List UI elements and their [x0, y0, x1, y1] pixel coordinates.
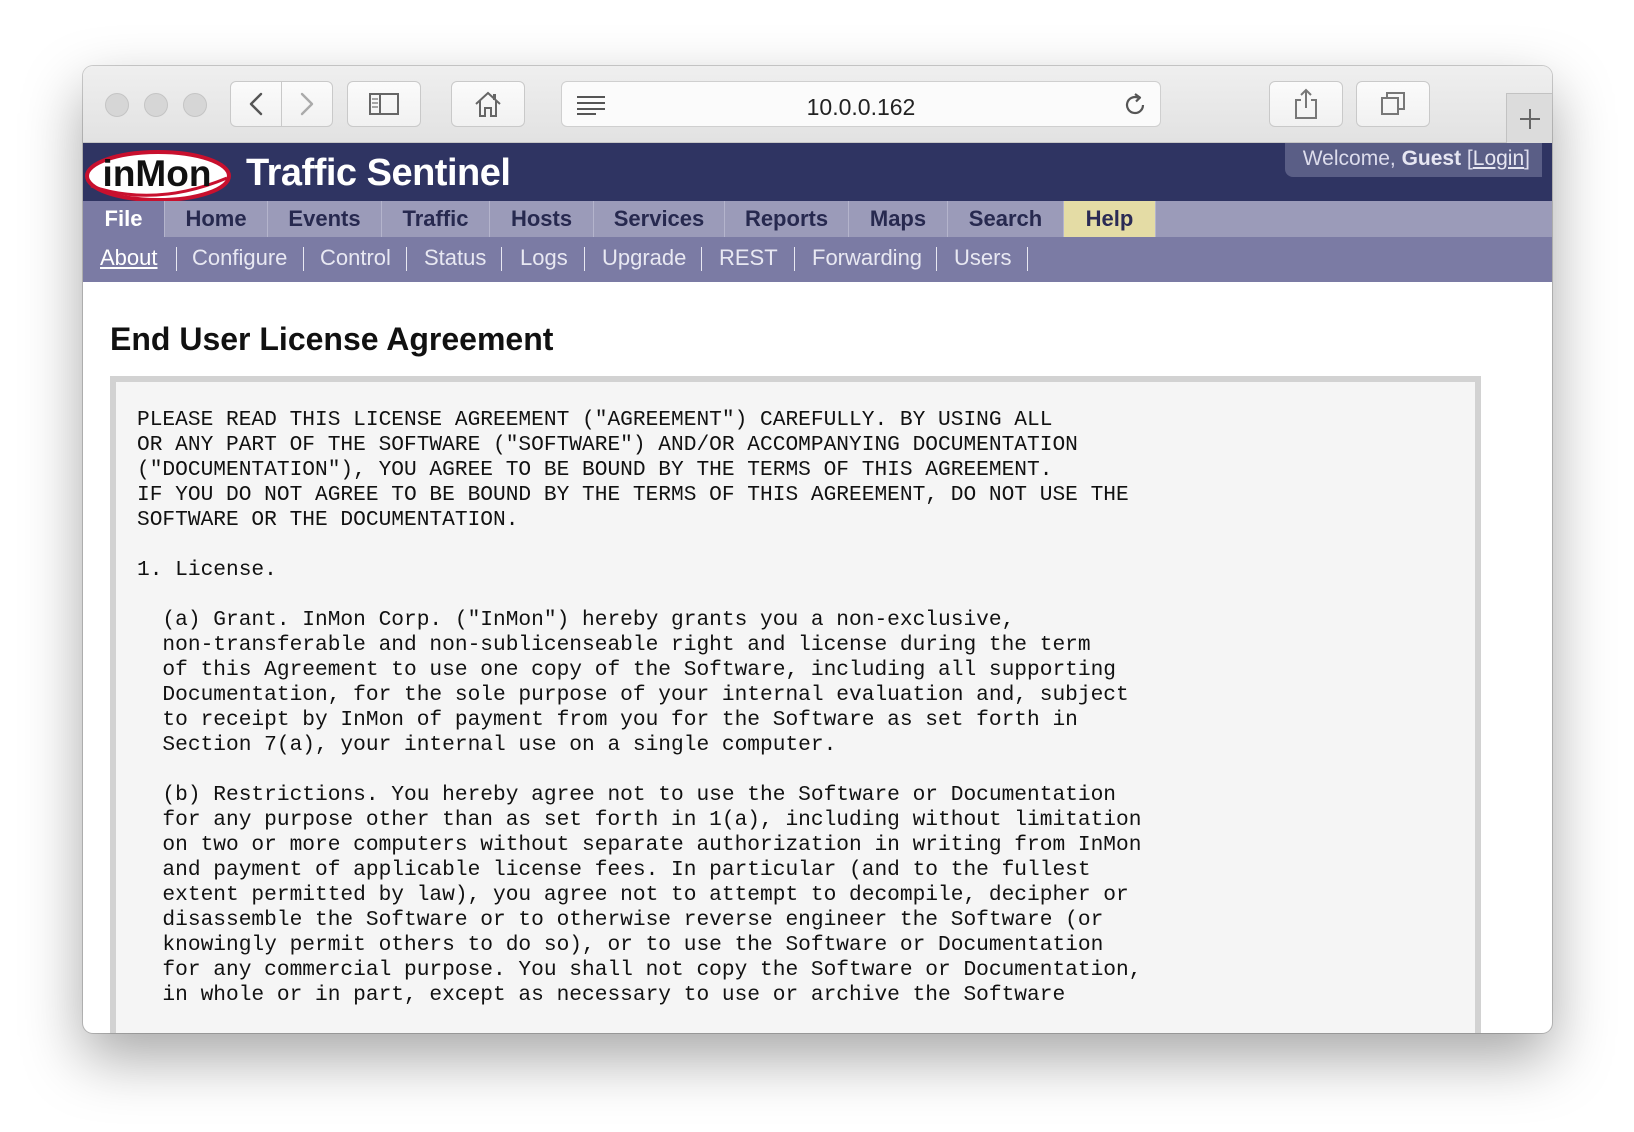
- subnav-configure[interactable]: Configure: [192, 245, 287, 271]
- tab-file[interactable]: File: [83, 201, 165, 237]
- forward-icon: [300, 92, 314, 116]
- app-header: inMon Traffic Sentinel Welcome, Guest [L…: [83, 143, 1552, 202]
- tab-events[interactable]: Events: [268, 201, 382, 237]
- subnav-status[interactable]: Status: [424, 245, 486, 271]
- close-window-button[interactable]: [105, 93, 129, 117]
- sidebar-icon: [369, 93, 399, 115]
- tab-help[interactable]: Help: [1064, 201, 1156, 237]
- subnav-about[interactable]: About: [100, 245, 158, 271]
- welcome-prefix: Welcome,: [1302, 147, 1396, 170]
- reload-icon[interactable]: [1122, 92, 1148, 118]
- zoom-window-button[interactable]: [183, 93, 207, 117]
- subnav-control[interactable]: Control: [320, 245, 391, 271]
- license-text: PLEASE READ THIS LICENSE AGREEMENT ("AGR…: [137, 408, 1142, 1007]
- browser-toolbar: 10.0.0.162: [83, 66, 1552, 143]
- tab-search[interactable]: Search: [948, 201, 1064, 237]
- app-title: Traffic Sentinel: [246, 152, 511, 194]
- page-title: End User License Agreement: [110, 321, 554, 357]
- address-bar[interactable]: 10.0.0.162: [561, 81, 1161, 127]
- share-icon: [1295, 88, 1317, 119]
- subnav-users[interactable]: Users: [954, 245, 1011, 271]
- login-link[interactable]: Login: [1473, 147, 1524, 170]
- tabs-overview-button[interactable]: [1356, 81, 1430, 127]
- sidebar-button[interactable]: [347, 81, 421, 127]
- tabs-icon: [1381, 92, 1405, 115]
- minimize-window-button[interactable]: [144, 93, 168, 117]
- main-nav: File Home Events Traffic Hosts Services …: [83, 201, 1552, 237]
- plus-icon: [1519, 108, 1540, 129]
- tab-reports[interactable]: Reports: [725, 201, 849, 237]
- back-button[interactable]: [230, 81, 282, 127]
- license-text-box[interactable]: PLEASE READ THIS LICENSE AGREEMENT ("AGR…: [110, 376, 1481, 1033]
- tab-traffic[interactable]: Traffic: [382, 201, 490, 237]
- tab-services[interactable]: Services: [594, 201, 725, 237]
- url-text[interactable]: 10.0.0.162: [562, 94, 1160, 121]
- home-icon: [475, 91, 501, 117]
- subnav-rest[interactable]: REST: [719, 245, 778, 271]
- home-button[interactable]: [451, 81, 525, 127]
- new-tab-button[interactable]: [1506, 93, 1552, 143]
- subnav-forwarding[interactable]: Forwarding: [812, 245, 922, 271]
- back-icon: [249, 92, 263, 116]
- tab-hosts[interactable]: Hosts: [490, 201, 594, 237]
- logo-text: inMon: [103, 153, 212, 194]
- share-button[interactable]: [1269, 81, 1343, 127]
- welcome-bar: Welcome, Guest [Login]: [1284, 143, 1542, 177]
- tab-maps[interactable]: Maps: [849, 201, 948, 237]
- subnav-logs[interactable]: Logs: [520, 245, 568, 271]
- forward-button[interactable]: [281, 81, 333, 127]
- sub-nav: About Configure Control Status Logs Upgr…: [83, 237, 1552, 282]
- user-name: Guest: [1401, 147, 1462, 170]
- browser-window: 10.0.0.162 inMon Traffic Sentinel Welcom…: [83, 66, 1552, 1033]
- inmon-logo[interactable]: inMon: [85, 148, 235, 202]
- subnav-upgrade[interactable]: Upgrade: [602, 245, 686, 271]
- tab-home[interactable]: Home: [165, 201, 268, 237]
